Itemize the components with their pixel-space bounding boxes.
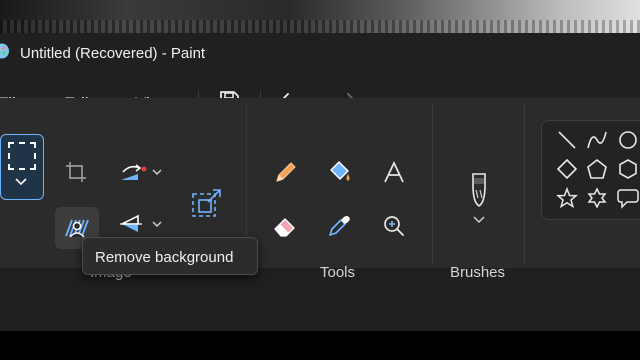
hexagon-icon[interactable] [617, 158, 639, 180]
select-icon [8, 142, 36, 170]
tooltip-text: Remove background [95, 249, 234, 266]
pencil-icon[interactable] [272, 160, 298, 186]
crop-icon[interactable] [64, 160, 88, 184]
tooltip-remove-background: Remove background [82, 237, 258, 275]
speech-bubble-icon[interactable] [617, 187, 639, 209]
rotate-icon[interactable] [118, 160, 168, 186]
flip-icon[interactable] [118, 212, 168, 236]
star-icon[interactable] [556, 186, 578, 209]
fill-bucket-icon[interactable] [327, 160, 353, 186]
window-title: Untitled (Recovered) - Paint [20, 45, 206, 62]
diamond-icon[interactable] [556, 158, 578, 180]
color-picker-icon[interactable] [327, 214, 351, 238]
group-label-brushes: Brushes [450, 264, 506, 281]
text-icon[interactable] [382, 160, 406, 186]
chevron-down-icon [14, 177, 28, 187]
magnifier-icon[interactable] [382, 214, 406, 238]
shapes-panel [541, 120, 640, 220]
resize-icon[interactable] [190, 186, 224, 220]
group-label-tools: Tools [320, 264, 356, 281]
curve-icon[interactable] [586, 129, 608, 151]
paint-app-icon [0, 43, 10, 61]
pentagon-icon[interactable] [586, 158, 608, 180]
title-bar: Untitled (Recovered) - Paint [0, 33, 640, 73]
ribbon-separator [432, 104, 433, 264]
six-point-star-icon[interactable] [586, 187, 608, 209]
brush-icon[interactable] [466, 172, 492, 226]
eraser-icon[interactable] [272, 214, 298, 238]
ribbon-separator [524, 104, 525, 264]
background-photo [0, 0, 640, 34]
select-button[interactable] [0, 134, 44, 200]
line-icon[interactable] [556, 129, 578, 151]
remove-background-icon [65, 217, 89, 239]
oval-icon[interactable] [617, 129, 639, 151]
